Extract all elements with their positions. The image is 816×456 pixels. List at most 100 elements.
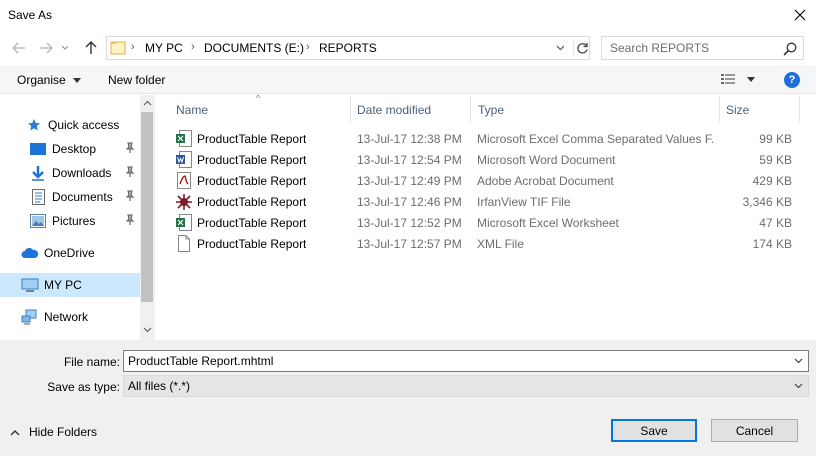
breadcrumb-documents[interactable]: DOCUMENTS (E:) (204, 41, 304, 55)
help-button[interactable]: ? (784, 72, 800, 88)
excel-file-icon (176, 214, 192, 231)
nav-label: Quick access (48, 118, 120, 132)
computer-icon (21, 277, 39, 293)
file-type: Adobe Acrobat Document (477, 174, 614, 188)
filename-value: ProductTable Report.mhtml (128, 354, 274, 368)
pin-icon (125, 166, 135, 177)
cancel-button[interactable]: Cancel (711, 419, 798, 442)
pin-icon (125, 190, 135, 201)
file-row[interactable]: ProductTable Report 13-Jul-17 12:52 PM M… (170, 212, 800, 233)
forward-arrow-icon (40, 42, 53, 54)
up-button[interactable] (80, 37, 102, 59)
nav-label: Documents (52, 190, 113, 204)
file-type: IrfanView TIF File (477, 195, 571, 209)
nav-item-downloads[interactable]: Downloads (0, 161, 140, 185)
downloads-icon (29, 165, 47, 181)
tif-file-icon (176, 194, 192, 210)
close-button[interactable] (786, 2, 814, 28)
recent-locations-button[interactable] (58, 37, 72, 59)
file-name: ProductTable Report (197, 237, 307, 251)
window-title: Save As (8, 8, 53, 22)
column-divider[interactable] (799, 96, 800, 122)
breadcrumb-separator: › (191, 41, 195, 53)
navigation-scrollbar[interactable] (140, 95, 155, 340)
title-bar: Save As (0, 0, 816, 31)
file-size: 429 KB (752, 174, 792, 188)
column-header-name[interactable]: Name (176, 103, 208, 117)
breadcrumb-mypc[interactable]: MY PC (145, 41, 183, 55)
breadcrumb-reports[interactable]: REPORTS (319, 41, 377, 55)
column-header-date[interactable]: Date modified (357, 103, 431, 117)
nav-label: Network (44, 310, 89, 324)
file-row[interactable]: ProductTable Report 13-Jul-17 12:38 PM M… (170, 128, 800, 149)
column-header-size[interactable]: Size (726, 103, 749, 117)
savetype-dropdown-button[interactable] (790, 378, 806, 394)
back-arrow-icon (12, 42, 25, 54)
savetype-value: All files (*.*) (128, 379, 191, 393)
help-icon: ? (788, 74, 796, 86)
navigation-pane: Quick access Desktop Downloads Documents… (0, 95, 155, 340)
scrollbar-thumb[interactable] (141, 112, 153, 302)
file-date: 13-Jul-17 12:52 PM (357, 216, 462, 230)
column-divider[interactable] (719, 96, 720, 122)
file-name: ProductTable Report (197, 132, 307, 146)
file-row[interactable]: ProductTable Report 13-Jul-17 12:54 PM M… (170, 149, 800, 170)
file-size: 59 KB (759, 153, 792, 167)
documents-icon (29, 189, 47, 205)
nav-item-desktop[interactable]: Desktop (0, 137, 140, 161)
nav-quick-access[interactable]: Quick access (0, 113, 140, 137)
chevron-down-icon (556, 45, 564, 51)
network-icon (21, 309, 39, 325)
nav-network[interactable]: Network (0, 305, 140, 329)
column-divider[interactable] (470, 96, 471, 122)
pdf-file-icon (177, 172, 191, 189)
column-divider[interactable] (350, 96, 351, 122)
address-bar[interactable]: › MY PC › DOCUMENTS (E:) › REPORTS (106, 36, 590, 60)
save-button[interactable]: Save (611, 419, 697, 442)
desktop-icon (29, 141, 47, 157)
nav-onedrive[interactable]: OneDrive (0, 241, 140, 265)
search-box[interactable]: Search REPORTS (601, 36, 804, 60)
file-type: Microsoft Word Document (477, 153, 616, 167)
file-name: ProductTable Report (197, 195, 307, 209)
savetype-select[interactable]: All files (*.*) (123, 375, 809, 397)
forward-button[interactable] (35, 37, 57, 59)
file-row[interactable]: ProductTable Report 13-Jul-17 12:57 PM X… (170, 233, 800, 254)
view-options-button[interactable] (721, 73, 755, 85)
organise-button[interactable]: Organise (17, 73, 82, 87)
refresh-button[interactable] (573, 39, 591, 57)
pin-icon (125, 142, 135, 153)
folder-icon (110, 41, 126, 55)
cloud-icon (21, 245, 39, 261)
filename-input[interactable]: ProductTable Report.mhtml (123, 350, 809, 372)
file-size: 99 KB (759, 132, 792, 146)
file-row[interactable]: ProductTable Report 13-Jul-17 12:46 PM I… (170, 191, 800, 212)
csv-file-icon (176, 130, 192, 147)
file-date: 13-Jul-17 12:46 PM (357, 195, 462, 209)
file-type: Microsoft Excel Worksheet (477, 216, 619, 230)
filename-dropdown-button[interactable] (790, 353, 806, 369)
chevron-down-icon (61, 45, 69, 50)
file-size: 174 KB (752, 237, 792, 251)
scroll-down-icon (143, 327, 152, 333)
new-folder-button[interactable]: New folder (108, 73, 165, 87)
nav-item-pictures[interactable]: Pictures (0, 209, 140, 233)
hide-folders-button[interactable]: Hide Folders (10, 425, 97, 439)
column-header-type[interactable]: Type (478, 103, 504, 117)
address-dropdown-button[interactable] (551, 40, 569, 56)
chevron-down-icon (794, 358, 802, 364)
file-type: XML File (477, 237, 524, 251)
nav-label: MY PC (44, 278, 82, 292)
savetype-label: Save as type: (47, 380, 120, 394)
chevron-up-icon (10, 429, 20, 435)
file-name: ProductTable Report (197, 174, 307, 188)
nav-mypc[interactable]: MY PC (0, 273, 140, 297)
back-button[interactable] (8, 37, 30, 59)
file-row[interactable]: ProductTable Report 13-Jul-17 12:49 PM A… (170, 170, 800, 191)
close-icon (794, 9, 806, 21)
pictures-icon (29, 213, 47, 229)
dropdown-arrow-icon (747, 76, 755, 82)
refresh-icon (577, 42, 588, 54)
nav-item-documents[interactable]: Documents (0, 185, 140, 209)
nav-label: OneDrive (44, 246, 95, 260)
